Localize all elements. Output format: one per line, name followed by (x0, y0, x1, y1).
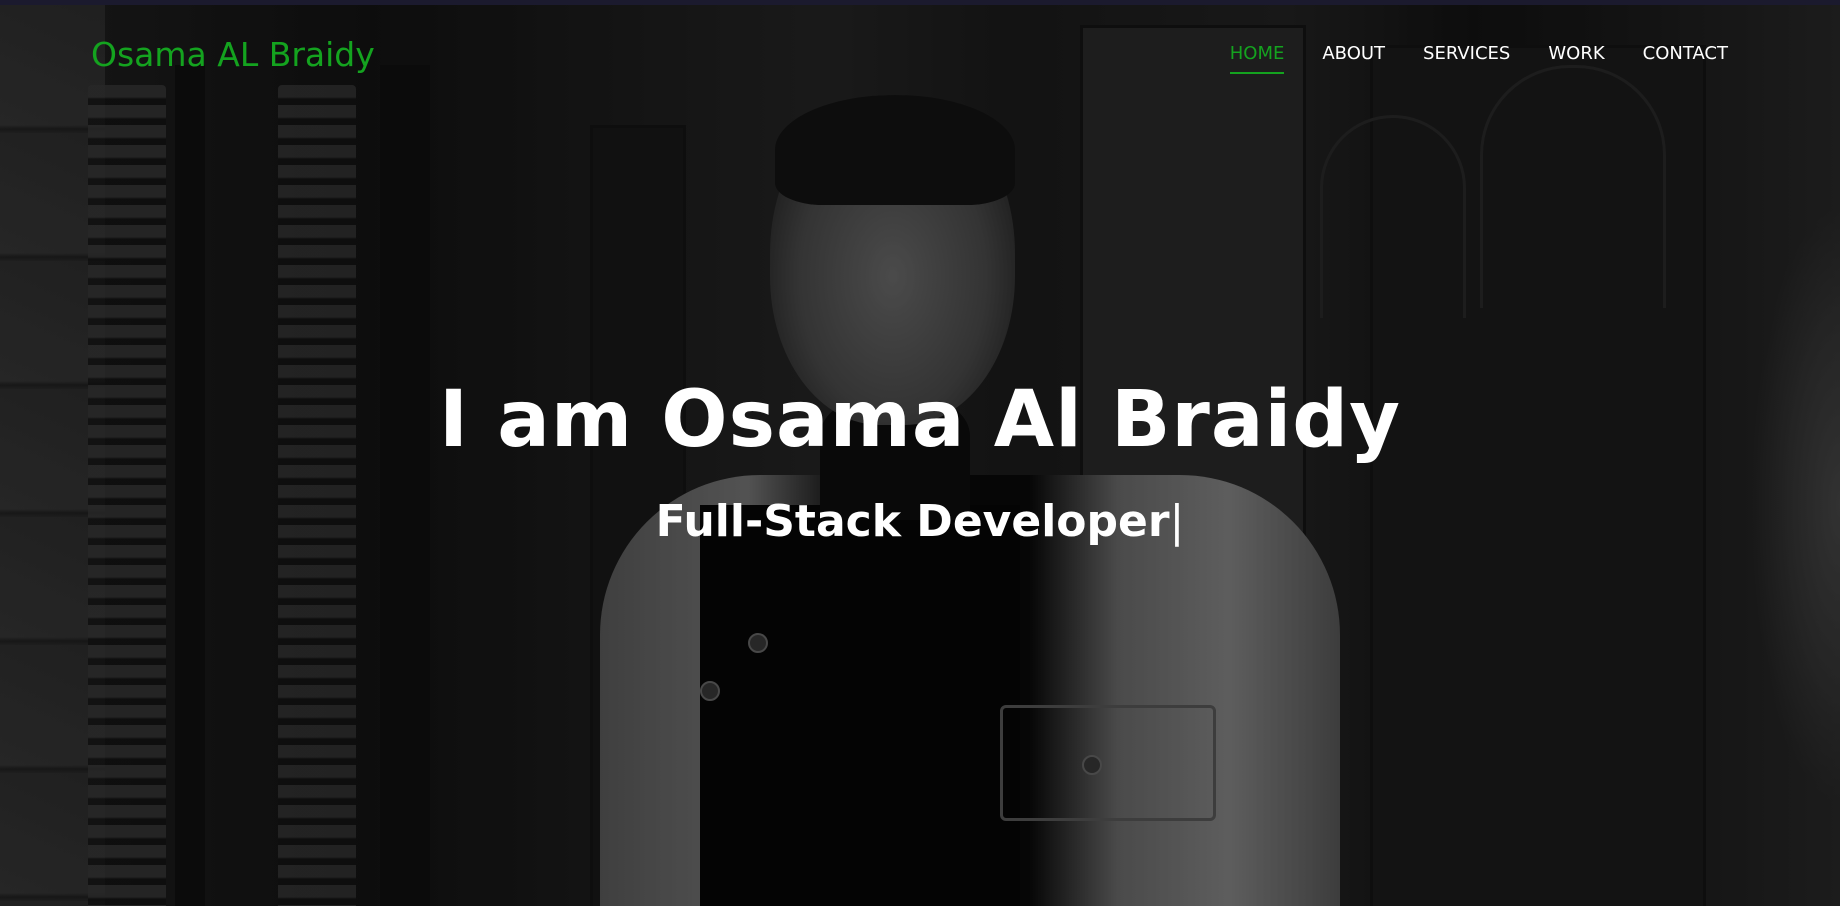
nav-links: HOME ABOUT SERVICES WORK CONTACT (1229, 43, 1728, 74)
typed-role-text: Full-Stack Developer (655, 496, 1170, 547)
brand-logo-link[interactable]: Osama AL Braidy (91, 35, 375, 74)
nav-link-services[interactable]: SERVICES (1423, 43, 1510, 74)
hero-text: I am Osama Al Braidy Full-Stack Develope… (0, 370, 1840, 552)
nav-link-about[interactable]: ABOUT (1322, 43, 1385, 74)
hero-subtitle: Full-Stack Developer| (0, 492, 1840, 552)
typing-cursor: | (1169, 496, 1185, 547)
navbar: Osama AL Braidy HOME ABOUT SERVICES WORK… (0, 5, 1840, 105)
hero-title: I am Osama Al Braidy (439, 375, 1401, 465)
nav-link-work[interactable]: WORK (1548, 43, 1604, 74)
nav-link-home[interactable]: HOME (1229, 43, 1284, 74)
nav-link-contact[interactable]: CONTACT (1643, 43, 1728, 74)
page: Osama AL Braidy HOME ABOUT SERVICES WORK… (0, 0, 1840, 906)
